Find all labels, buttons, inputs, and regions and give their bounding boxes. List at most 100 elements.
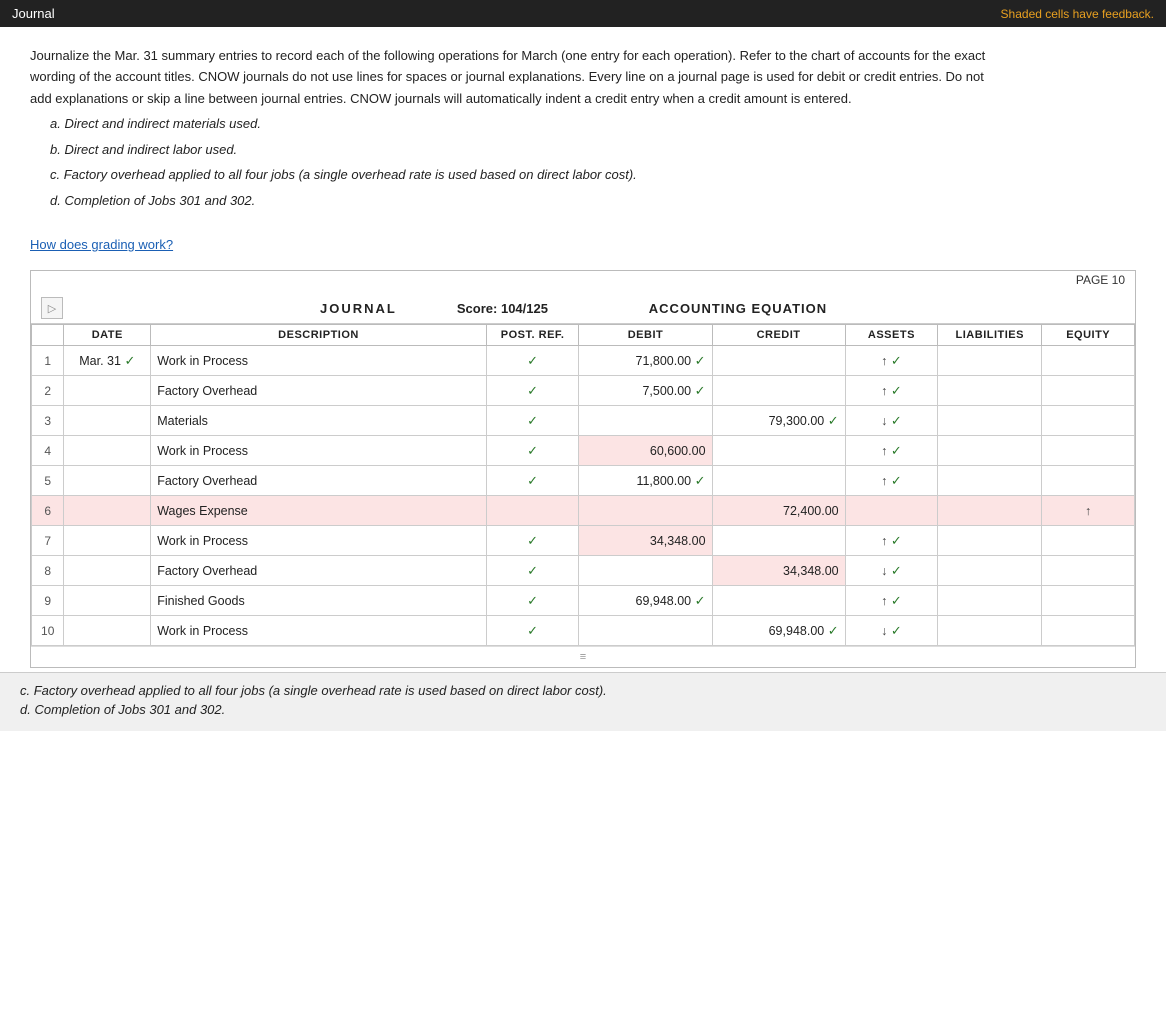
- equity-cell[interactable]: [1042, 586, 1135, 616]
- liabilities-cell[interactable]: [938, 466, 1042, 496]
- credit-cell[interactable]: [712, 526, 845, 556]
- assets-check-icon: ✓: [891, 353, 902, 368]
- app-title: Journal: [12, 6, 55, 21]
- description-cell[interactable]: Work in Process: [151, 346, 487, 376]
- description-cell[interactable]: Factory Overhead: [151, 556, 487, 586]
- liabilities-cell[interactable]: [938, 346, 1042, 376]
- score-label: Score:: [457, 301, 497, 316]
- col-header-assets: ASSETS: [845, 325, 938, 346]
- debit-cell[interactable]: 7,500.00 ✓: [579, 376, 712, 406]
- assets-cell[interactable]: ↑ ✓: [845, 586, 938, 616]
- credit-cell[interactable]: [712, 376, 845, 406]
- table-header-row: DATE DESCRIPTION POST. REF. DEBIT CREDIT…: [32, 325, 1135, 346]
- debit-cell[interactable]: [579, 556, 712, 586]
- liabilities-cell[interactable]: [938, 496, 1042, 526]
- journal-label: JOURNAL: [320, 301, 397, 316]
- postref-check-icon: ✓: [527, 623, 538, 638]
- debit-check-icon: ✓: [695, 353, 706, 368]
- debit-check-icon: ✓: [695, 473, 706, 488]
- description-cell[interactable]: Work in Process: [151, 436, 487, 466]
- score-value: 104/125: [501, 301, 548, 316]
- top-bar: Journal Shaded cells have feedback.: [0, 0, 1166, 27]
- feedback-label: Shaded cells have feedback.: [1001, 7, 1154, 21]
- assets-cell[interactable]: ↓ ✓: [845, 556, 938, 586]
- credit-cell[interactable]: 79,300.00 ✓: [712, 406, 845, 436]
- assets-cell[interactable]: ↑ ✓: [845, 376, 938, 406]
- liabilities-cell[interactable]: [938, 586, 1042, 616]
- credit-cell[interactable]: 72,400.00: [712, 496, 845, 526]
- journal-flag: ▷: [41, 297, 63, 319]
- liabilities-cell[interactable]: [938, 406, 1042, 436]
- assets-cell[interactable]: [845, 496, 938, 526]
- table-row: 7Work in Process✓34,348.00↑ ✓: [32, 526, 1135, 556]
- credit-cell[interactable]: [712, 586, 845, 616]
- liabilities-cell[interactable]: [938, 556, 1042, 586]
- bottom-d: d. Completion of Jobs 301 and 302.: [20, 702, 1146, 717]
- credit-cell[interactable]: 69,948.00 ✓: [712, 616, 845, 646]
- instructions-block: Journalize the Mar. 31 summary entries t…: [30, 45, 990, 211]
- description-cell[interactable]: Work in Process: [151, 526, 487, 556]
- assets-arrow-icon: ↑: [881, 594, 887, 608]
- debit-cell[interactable]: 11,800.00 ✓: [579, 466, 712, 496]
- postref-check-icon: ✓: [527, 353, 538, 368]
- bottom-bar: c. Factory overhead applied to all four …: [0, 672, 1166, 731]
- table-row: 4Work in Process✓60,600.00↑ ✓: [32, 436, 1135, 466]
- debit-cell[interactable]: [579, 616, 712, 646]
- equity-cell[interactable]: [1042, 406, 1135, 436]
- assets-check-icon: ✓: [891, 443, 902, 458]
- equity-cell[interactable]: [1042, 526, 1135, 556]
- assets-arrow-icon: ↑: [881, 474, 887, 488]
- equity-cell[interactable]: [1042, 466, 1135, 496]
- assets-arrow-icon: ↑: [881, 444, 887, 458]
- description-cell[interactable]: Work in Process: [151, 616, 487, 646]
- table-row: 9Finished Goods✓69,948.00 ✓↑ ✓: [32, 586, 1135, 616]
- description-cell[interactable]: Wages Expense: [151, 496, 487, 526]
- description-cell[interactable]: Materials: [151, 406, 487, 436]
- assets-cell[interactable]: ↓ ✓: [845, 616, 938, 646]
- assets-cell[interactable]: ↑ ✓: [845, 466, 938, 496]
- credit-cell[interactable]: [712, 346, 845, 376]
- assets-check-icon: ✓: [891, 593, 902, 608]
- table-row: 2Factory Overhead✓7,500.00 ✓↑ ✓: [32, 376, 1135, 406]
- liabilities-cell[interactable]: [938, 616, 1042, 646]
- credit-cell[interactable]: [712, 436, 845, 466]
- col-header-line: [32, 325, 64, 346]
- description-cell[interactable]: Finished Goods: [151, 586, 487, 616]
- liabilities-cell[interactable]: [938, 526, 1042, 556]
- credit-cell[interactable]: [712, 466, 845, 496]
- equity-cell[interactable]: [1042, 556, 1135, 586]
- assets-cell[interactable]: ↑ ✓: [845, 436, 938, 466]
- debit-cell[interactable]: [579, 496, 712, 526]
- liabilities-cell[interactable]: [938, 436, 1042, 466]
- journal-wrapper: PAGE 10 ▷ JOURNAL Score: 104/125 ACCOUNT…: [30, 270, 1136, 668]
- debit-cell[interactable]: 34,348.00: [579, 526, 712, 556]
- equity-cell[interactable]: [1042, 436, 1135, 466]
- debit-cell[interactable]: 71,800.00 ✓: [579, 346, 712, 376]
- debit-cell[interactable]: 69,948.00 ✓: [579, 586, 712, 616]
- assets-arrow-icon: ↓: [881, 414, 887, 428]
- assets-cell[interactable]: ↓ ✓: [845, 406, 938, 436]
- assets-cell[interactable]: ↑ ✓: [845, 346, 938, 376]
- equity-cell[interactable]: [1042, 616, 1135, 646]
- col-header-description: DESCRIPTION: [151, 325, 487, 346]
- scroll-hint: ≡: [31, 646, 1135, 667]
- equity-cell[interactable]: [1042, 376, 1135, 406]
- journal-title-area: JOURNAL Score: 104/125 ACCOUNTING EQUATI…: [63, 301, 1125, 316]
- journal-table: DATE DESCRIPTION POST. REF. DEBIT CREDIT…: [31, 324, 1135, 646]
- credit-cell[interactable]: 34,348.00: [712, 556, 845, 586]
- equity-cell[interactable]: ↑: [1042, 496, 1135, 526]
- equity-cell[interactable]: [1042, 346, 1135, 376]
- debit-cell[interactable]: [579, 406, 712, 436]
- assets-arrow-icon: ↓: [881, 624, 887, 638]
- postref-check-icon: ✓: [527, 443, 538, 458]
- assets-cell[interactable]: ↑ ✓: [845, 526, 938, 556]
- description-cell[interactable]: Factory Overhead: [151, 466, 487, 496]
- debit-check-icon: ✓: [695, 383, 706, 398]
- debit-cell[interactable]: 60,600.00: [579, 436, 712, 466]
- instruction-d: d. Completion of Jobs 301 and 302.: [50, 190, 990, 211]
- grading-link[interactable]: How does grading work?: [30, 237, 173, 252]
- credit-check-icon: ✓: [828, 413, 839, 428]
- liabilities-cell[interactable]: [938, 376, 1042, 406]
- bottom-c: c. Factory overhead applied to all four …: [20, 683, 1146, 698]
- description-cell[interactable]: Factory Overhead: [151, 376, 487, 406]
